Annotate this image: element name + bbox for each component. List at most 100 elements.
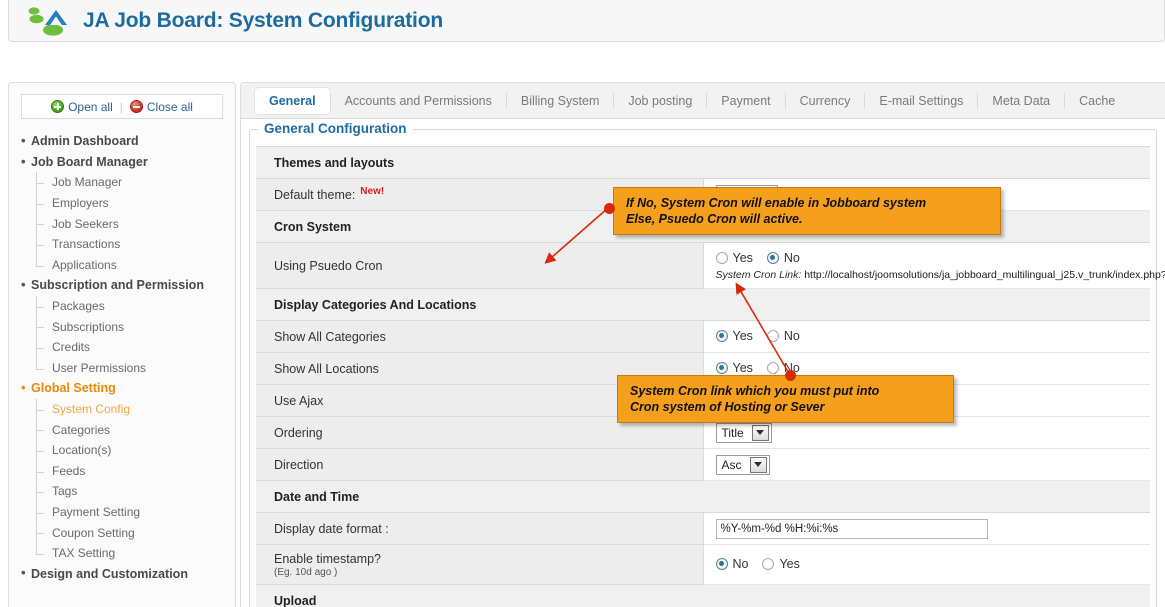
default-theme-label-text: Default theme: [274,189,355,203]
cron-mode-callout-line2: Else, Psuedo Cron will active. [626,211,988,227]
sidebar-item-design-and-customization[interactable]: Design and Customization [19,563,235,584]
sidebar-item-job-seekers[interactable]: Job Seekers [36,213,235,234]
tab-general[interactable]: General [255,88,330,114]
cron-link-callout-line2: Cron system of Hosting or Sever [630,399,941,415]
sidebar-item-applications[interactable]: Applications [36,255,235,276]
psuedo-cron-radio-group: Yes No [716,251,809,265]
row-show-all-categories: Show All Categories Yes No [256,321,1150,353]
date-format-value-cell [703,513,1150,545]
section-header-themes-label: Themes and layouts [256,147,1150,179]
cron-link-callout-anchor-dot [785,370,796,381]
psuedo-cron-radio-yes[interactable]: Yes [716,251,753,265]
radio-icon [762,558,774,570]
enable-timestamp-radio-no[interactable]: No [716,557,749,571]
sidebar-item-job-manager[interactable]: Job Manager [36,172,235,193]
enable-timestamp-yes-label: Yes [779,557,799,571]
show-all-categories-label: Show All Categories [256,321,703,353]
sidebar-item-job-board-manager[interactable]: Job Board Manager [19,152,235,173]
cron-link-callout-line1: System Cron link which you must put into [630,383,941,399]
tab-currency[interactable]: Currency [786,88,865,114]
tab-job-posting[interactable]: Job posting [614,88,706,114]
sidebar-item-credits[interactable]: Credits [36,337,235,358]
date-format-input[interactable] [716,519,988,539]
minus-circle-icon [130,100,143,113]
sidebar-item-payment-setting[interactable]: Payment Setting [36,502,235,523]
close-all-button[interactable]: Close all [130,100,193,114]
show-all-locations-yes-label: Yes [733,361,753,375]
system-cron-link-label: System Cron Link: [716,269,802,281]
content-panel: General Accounts and Permissions Billing… [240,82,1165,607]
section-header-datetime-label: Date and Time [256,481,1150,513]
enable-timestamp-radio-yes[interactable]: Yes [762,557,799,571]
enable-timestamp-radio-group: No Yes [716,557,809,571]
row-date-format: Display date format : [256,513,1150,545]
sidebar-item-feeds[interactable]: Feeds [36,461,235,482]
show-all-categories-radio-yes[interactable]: Yes [716,329,753,343]
section-header-display: Display Categories And Locations [256,289,1150,321]
row-psuedo-cron: Using Psuedo Cron Yes No [256,243,1150,289]
show-all-categories-radio-no[interactable]: No [767,329,800,343]
system-cron-link-row: System Cron Link: http://localhost/jooms… [716,269,1151,281]
radio-icon-selected [716,330,728,342]
show-all-locations-radio-yes[interactable]: Yes [716,361,753,375]
cron-mode-callout-line1: If No, System Cron will enable in Jobboa… [626,195,988,211]
row-enable-timestamp: Enable timestamp? (Eg. 10d ago ) No [256,545,1150,585]
sidebar-item-admin-dashboard[interactable]: Admin Dashboard [19,131,235,152]
open-all-button[interactable]: Open all [51,100,113,114]
section-header-display-label: Display Categories And Locations [256,289,1150,321]
radio-icon-selected [716,362,728,374]
tab-cache[interactable]: Cache [1065,88,1129,114]
enable-timestamp-value-cell: No Yes [703,545,1150,585]
sidebar-item-employers[interactable]: Employers [36,193,235,214]
enable-timestamp-label: Enable timestamp? (Eg. 10d ago ) [256,545,703,585]
sidebar-item-transactions[interactable]: Transactions [36,234,235,255]
tab-accounts-and-permissions[interactable]: Accounts and Permissions [331,88,506,114]
toolbar-separator: | [120,100,123,114]
direction-value-cell: Asc [703,449,1150,481]
radio-icon [767,330,779,342]
psuedo-cron-yes-label: Yes [733,251,753,265]
show-all-categories-yes-label: Yes [733,329,753,343]
cron-mode-callout-anchor-dot [604,203,615,214]
sidebar-item-coupon-setting[interactable]: Coupon Setting [36,522,235,543]
cron-mode-callout: If No, System Cron will enable in Jobboa… [613,187,1001,235]
app-header: JA Job Board: System Configuration [8,0,1165,42]
psuedo-cron-radio-no[interactable]: No [767,251,800,265]
sidebar-item-subscription-and-permission[interactable]: Subscription and Permission [19,275,235,296]
tab-meta-data[interactable]: Meta Data [978,88,1064,114]
sidebar-item-subscriptions[interactable]: Subscriptions [36,316,235,337]
sidebar-item-system-config[interactable]: System Config [36,399,235,420]
sidebar-item-categories[interactable]: Categories [36,419,235,440]
sidebar-item-global-setting[interactable]: Global Setting [19,378,235,399]
tab-email-settings[interactable]: E-mail Settings [865,88,977,114]
cron-link-callout: System Cron link which you must put into… [617,375,954,423]
app-root: JA Job Board: System Configuration Open … [0,0,1165,607]
sidebar-subgroup-global-setting: System Config Categories Location(s) Fee… [36,399,235,564]
sidebar-nav: Admin Dashboard Job Board Manager Job Ma… [19,131,235,584]
chevron-down-icon [752,425,769,441]
date-format-label: Display date format : [256,513,703,545]
direction-select[interactable]: Asc [716,455,770,475]
system-cron-link-url[interactable]: http://localhost/joomsolutions/ja_jobboa… [804,269,1165,281]
enable-timestamp-sublabel: (Eg. 10d ago ) [274,567,693,578]
sidebar-item-tax-setting[interactable]: TAX Setting [36,543,235,564]
sidebar: Open all | Close all Admin Dashboard Job… [8,82,236,607]
ordering-selected-value: Title [717,426,752,440]
radio-icon [716,252,728,264]
sidebar-item-locations[interactable]: Location(s) [36,440,235,461]
enable-timestamp-no-label: No [733,557,749,571]
tab-payment[interactable]: Payment [707,88,784,114]
page-title: JA Job Board: System Configuration [83,9,443,33]
sidebar-item-tags[interactable]: Tags [36,481,235,502]
direction-label: Direction [256,449,703,481]
section-header-datetime: Date and Time [256,481,1150,513]
show-all-categories-no-label: No [784,329,800,343]
sidebar-item-packages[interactable]: Packages [36,296,235,317]
plus-circle-icon [51,100,64,113]
psuedo-cron-value-cell: Yes No System Cron Link: http://localhos… [703,243,1150,289]
ordering-select[interactable]: Title [716,423,772,443]
tab-billing-system[interactable]: Billing System [507,88,614,114]
chevron-down-icon [750,457,767,473]
show-all-categories-value-cell: Yes No [703,321,1150,353]
sidebar-item-user-permissions[interactable]: User Permissions [36,358,235,379]
